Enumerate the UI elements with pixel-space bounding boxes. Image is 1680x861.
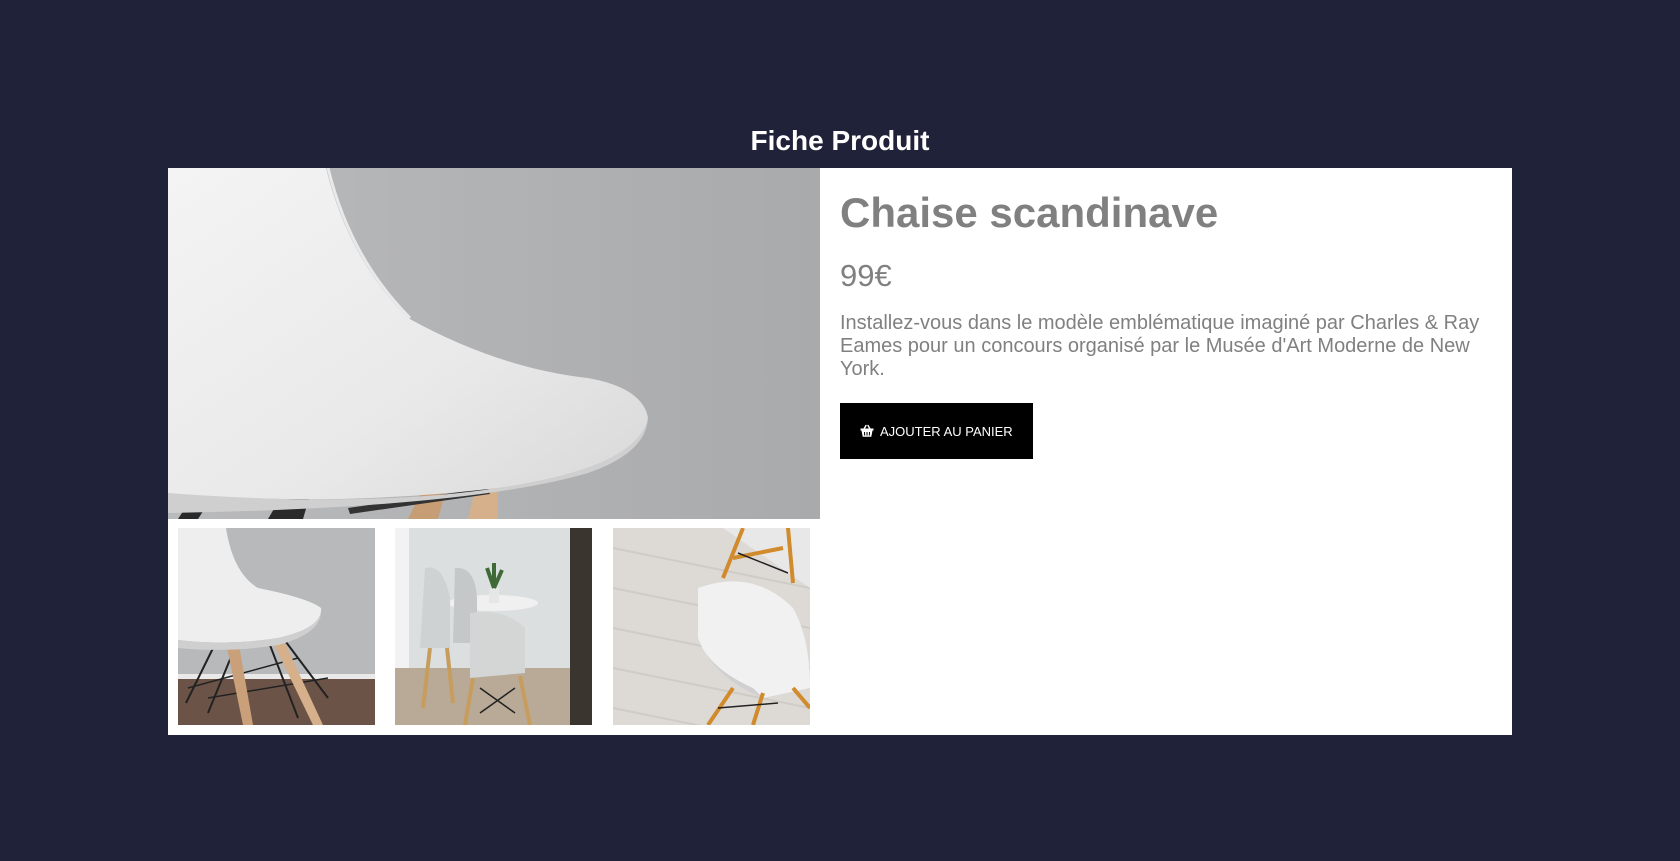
add-to-cart-label: AJOUTER AU PANIER: [880, 423, 1013, 439]
page-title: Fiche Produit: [750, 125, 930, 156]
product-info: Chaise scandinave 99€ Installez-vous dan…: [840, 168, 1492, 459]
thumbnail-strip: [178, 528, 810, 725]
product-name: Chaise scandinave: [840, 189, 1219, 236]
thumbnail-3[interactable]: [613, 528, 810, 725]
basket-icon: [860, 424, 874, 438]
product-gallery: [168, 168, 820, 735]
product-description: Installez-vous dans le modèle emblématiq…: [840, 312, 1480, 380]
thumbnail-2[interactable]: [395, 528, 592, 725]
main-product-image: [168, 168, 820, 519]
thumbnail-1[interactable]: [178, 528, 375, 725]
product-card: Chaise scandinave 99€ Installez-vous dan…: [168, 168, 1512, 735]
product-price: 99€: [840, 258, 892, 293]
add-to-cart-button[interactable]: AJOUTER AU PANIER: [840, 403, 1033, 459]
